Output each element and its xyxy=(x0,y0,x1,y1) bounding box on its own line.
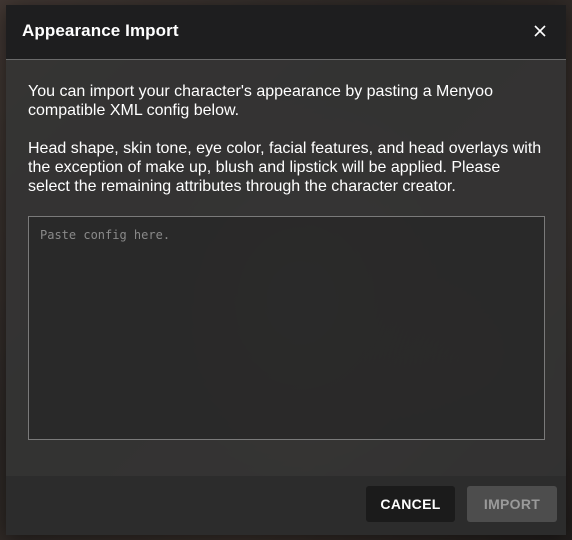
dialog-footer: CANCEL IMPORT xyxy=(6,476,566,535)
details-text: Head shape, skin tone, eye color, facial… xyxy=(28,140,542,195)
dialog-title: Appearance Import xyxy=(22,21,179,40)
config-input[interactable] xyxy=(28,216,545,440)
intro-text: You can import your character's appearan… xyxy=(28,83,493,119)
close-icon xyxy=(534,25,546,37)
close-button[interactable] xyxy=(528,19,552,43)
cancel-button[interactable]: CANCEL xyxy=(366,486,455,522)
dialog-header: Appearance Import xyxy=(6,5,566,60)
dialog-body: You can import your character's appearan… xyxy=(6,60,566,440)
import-button[interactable]: IMPORT xyxy=(467,486,557,522)
appearance-import-dialog: Appearance Import You can import your ch… xyxy=(6,5,566,535)
